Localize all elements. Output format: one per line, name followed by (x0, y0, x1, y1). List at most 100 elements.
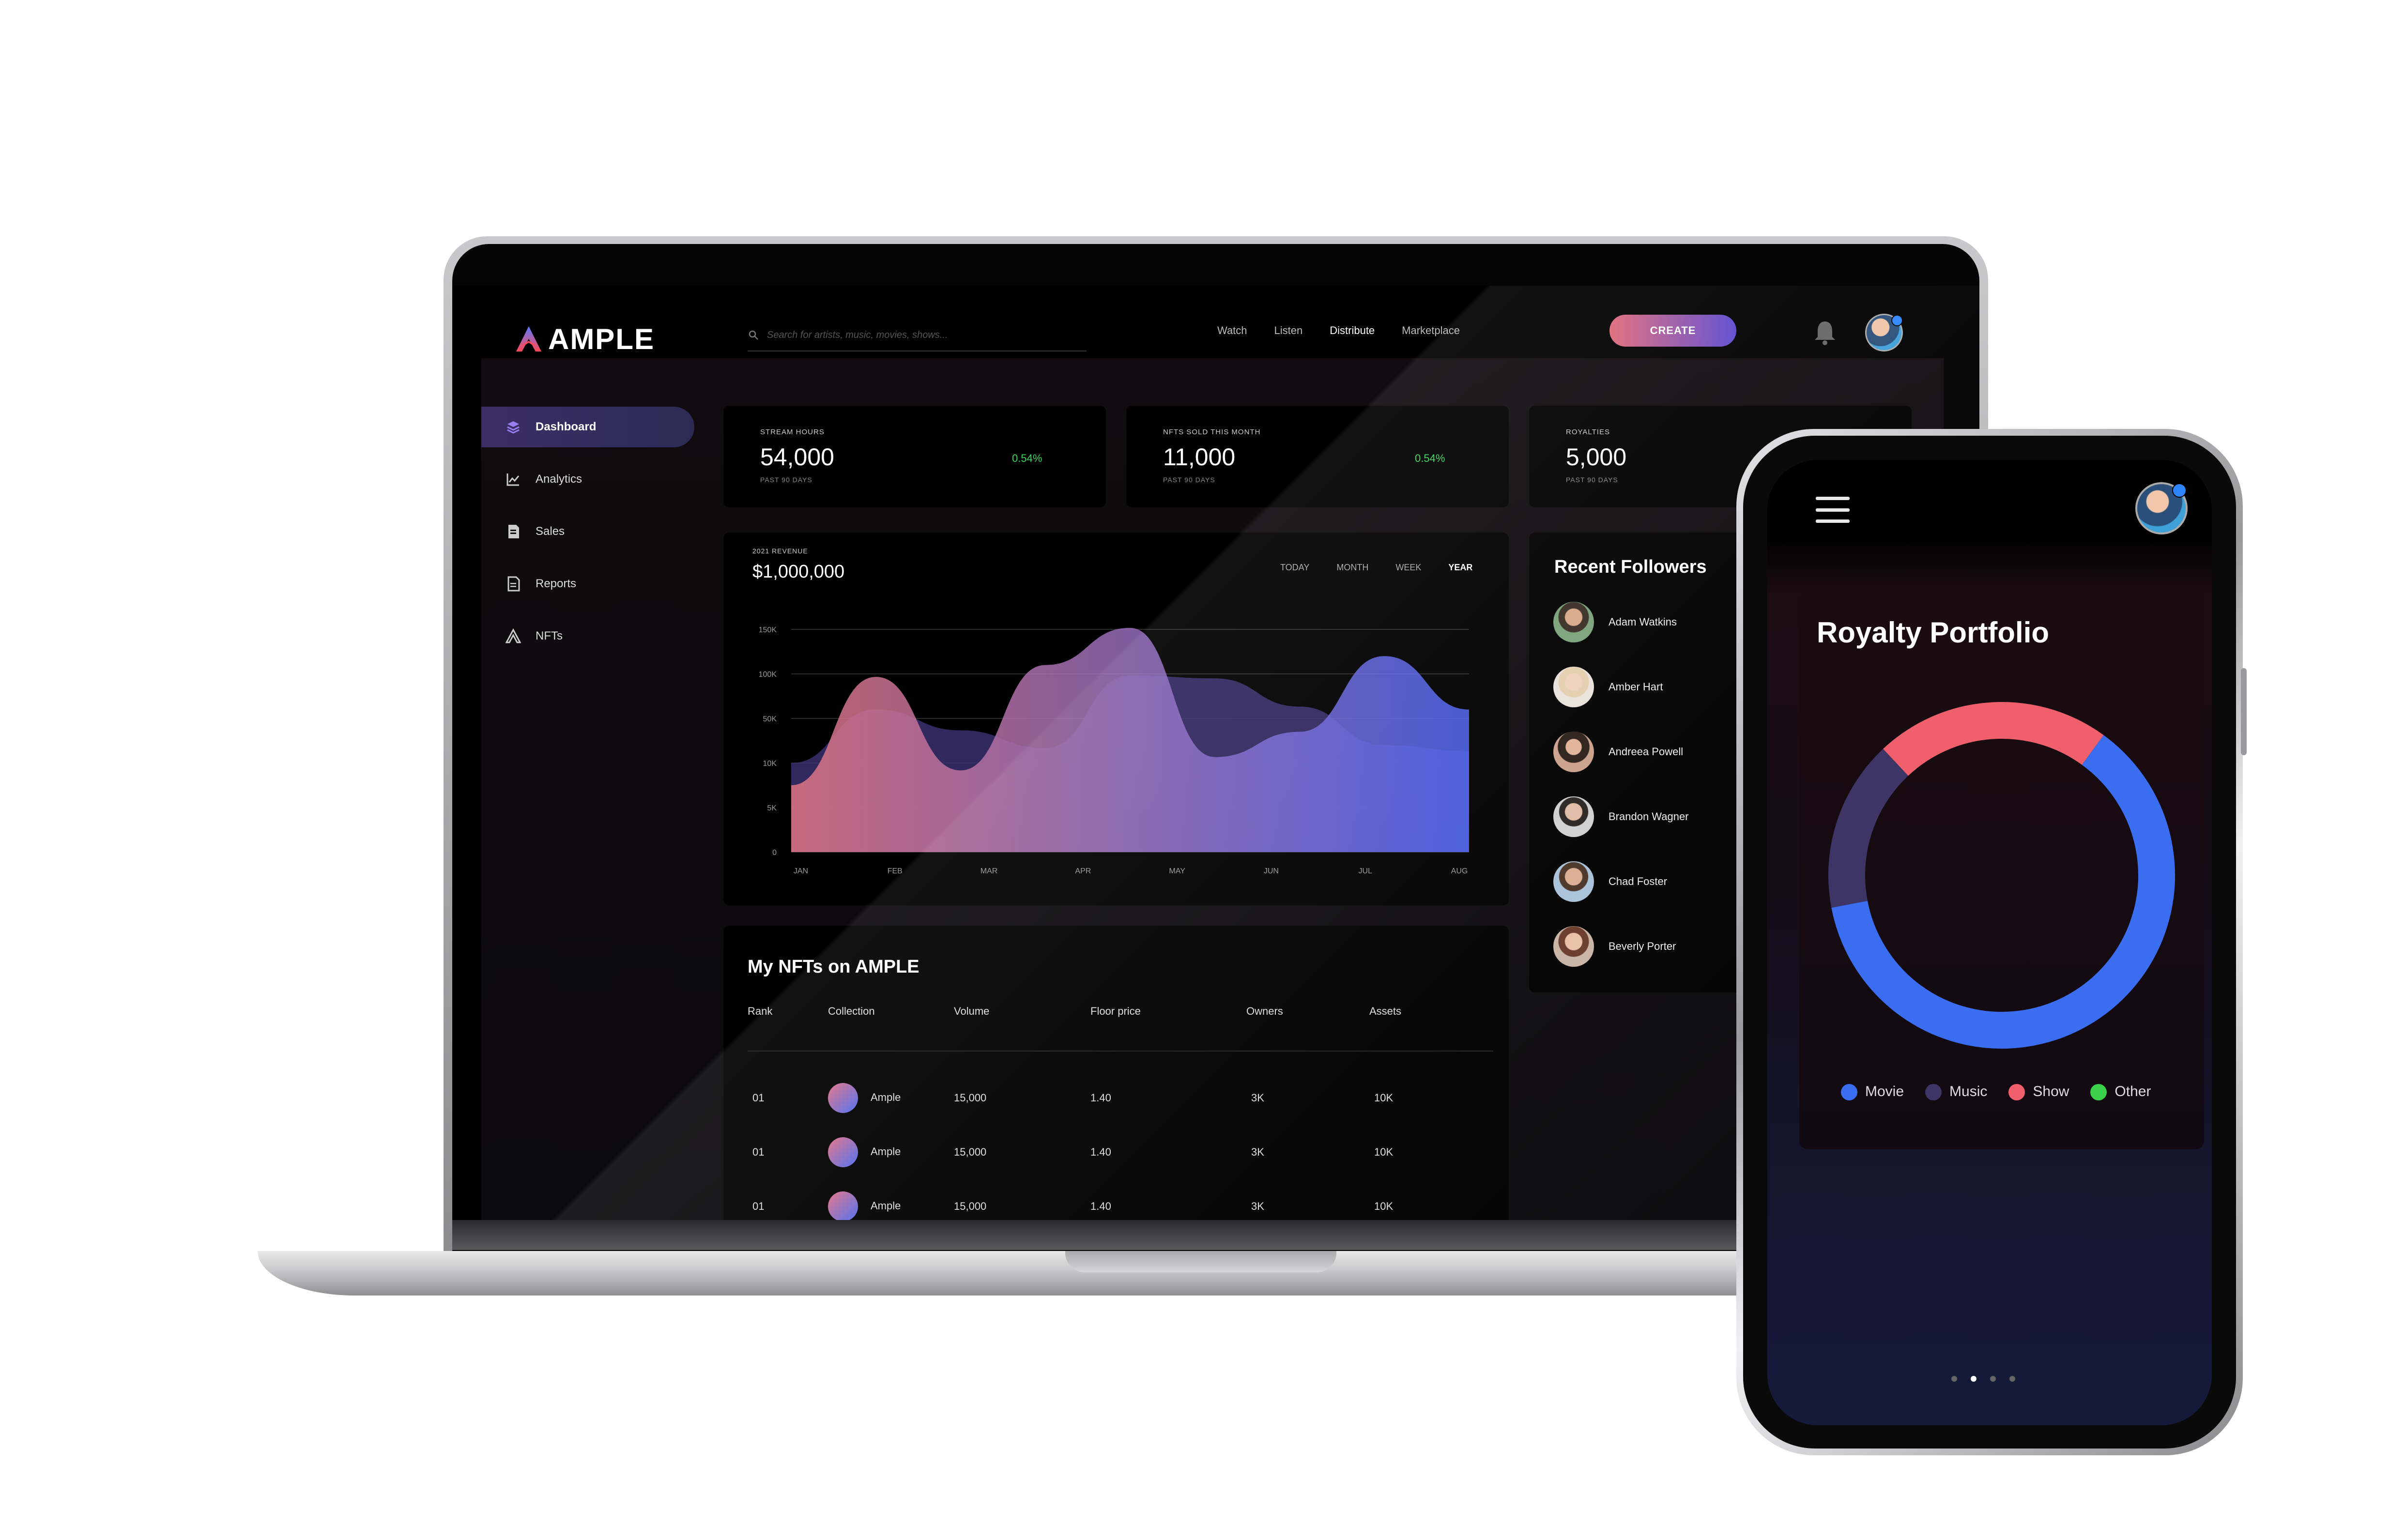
revenue-area-chart: 150K 100K 50K 10K 5K 0 JAN FEB MAR APR MAY JUN JUL AU… (759, 626, 1469, 875)
cell-volume: 15,000 (954, 1092, 987, 1104)
ample-logo-icon (516, 326, 541, 351)
table-row[interactable]: 01 Ample 15,000 1.40 3K 10K (752, 1125, 1447, 1179)
avatar (1553, 602, 1594, 642)
sidebar-item-label: Reports (536, 577, 577, 590)
sidebar-item-label: Analytics (536, 473, 582, 486)
follower-item[interactable]: Andreea Powell (1553, 730, 1689, 774)
cell-volume: 15,000 (954, 1200, 987, 1212)
avatar (1553, 926, 1594, 967)
nav-marketplace[interactable]: Marketplace (1402, 324, 1460, 337)
logo-text: AMPLE (548, 322, 655, 355)
menu-icon[interactable] (1816, 497, 1850, 523)
follower-name: Amber Hart (1609, 681, 1663, 693)
x-tick-label: JUN (1264, 867, 1279, 875)
avatar (1553, 796, 1594, 837)
legend-other: Other (2090, 1083, 2151, 1101)
follower-name: Brandon Wagner (1609, 810, 1689, 823)
stat-label: ROYALTIES (1566, 428, 1610, 436)
royalty-title: Royalty Portfolio (1817, 616, 2050, 649)
area-series-foreground (791, 627, 1469, 852)
nft-table-header: Rank Collection Volume Floor price Owner… (748, 1005, 1442, 1018)
avatar (1553, 861, 1594, 902)
legend-movie: Movie (1841, 1083, 1904, 1101)
cell-volume: 15,000 (954, 1146, 987, 1158)
followers-title: Recent Followers (1554, 557, 1707, 577)
follower-item[interactable]: Adam Watkins (1553, 600, 1689, 644)
col-owners: Owners (1246, 1005, 1283, 1017)
table-row[interactable]: 01 Ample 15,000 1.40 3K 10K (752, 1179, 1447, 1220)
verified-badge-icon (1891, 315, 1903, 326)
legend-show: Show (2008, 1083, 2069, 1101)
follower-item[interactable]: Brandon Wagner (1553, 795, 1689, 839)
stat-card-nfts-sold: NFTS SOLD THIS MONTH 11,000 PAST 90 DAYS… (1126, 406, 1509, 507)
cell-owners: 3K (1251, 1146, 1264, 1158)
search-input[interactable] (766, 329, 1058, 341)
nav-watch[interactable]: Watch (1217, 324, 1247, 337)
y-tick-label: 100K (759, 671, 777, 679)
follower-item[interactable]: Chad Foster (1553, 860, 1689, 903)
x-tick-label: FEB (888, 867, 903, 875)
royalty-portfolio-card: Royalty Portfolio Movie Music Show Other (1799, 593, 2204, 1149)
y-tick-label: 50K (763, 715, 777, 723)
col-assets: Assets (1369, 1005, 1402, 1017)
page-dot[interactable] (2009, 1376, 2015, 1382)
nft-table-body: 01 Ample 15,000 1.40 3K 10K 01 Ample 15,… (752, 1071, 1447, 1220)
y-tick-label: 0 (772, 849, 777, 857)
x-tick-label: APR (1075, 867, 1091, 875)
verified-badge-icon (2172, 483, 2187, 498)
follower-item[interactable]: Amber Hart (1553, 665, 1689, 709)
tab-year[interactable]: YEAR (1448, 563, 1472, 573)
stat-change: 0.54% (1012, 452, 1042, 464)
sidebar-item-label: Sales (536, 525, 565, 538)
bell-icon[interactable] (1813, 320, 1837, 346)
tab-week[interactable]: WEEK (1395, 563, 1421, 573)
sidebar-item-sales[interactable]: Sales (481, 511, 694, 552)
revenue-tabs: TODAY MONTH WEEK YEAR (1280, 563, 1472, 573)
follower-item[interactable]: Beverly Porter (1553, 925, 1689, 968)
sidebar-item-reports[interactable]: Reports (481, 564, 694, 604)
tab-month[interactable]: MONTH (1336, 563, 1368, 573)
x-tick-label: MAR (981, 867, 998, 875)
cell-assets: 10K (1374, 1200, 1394, 1212)
page-dot[interactable] (1990, 1376, 1996, 1382)
sidebar-item-label: NFTs (536, 629, 563, 642)
sidebar-item-label: Dashboard (536, 420, 597, 433)
cell-assets: 10K (1374, 1146, 1394, 1158)
stat-sub: PAST 90 DAYS (1566, 476, 1618, 484)
create-button[interactable]: CREATE (1609, 315, 1736, 347)
y-tick-label: 10K (763, 760, 777, 768)
page-dot[interactable] (1971, 1376, 1976, 1382)
x-tick-label: MAY (1169, 867, 1185, 875)
laptop-notch (1065, 1251, 1336, 1272)
cell-floor-price: 1.40 (1090, 1200, 1111, 1212)
avatar (828, 1083, 858, 1113)
page-dot[interactable] (1951, 1376, 1957, 1382)
stat-value: 5,000 (1566, 443, 1627, 471)
tab-today[interactable]: TODAY (1280, 563, 1309, 573)
col-floor-price: Floor price (1090, 1005, 1141, 1017)
chart-line-icon (506, 473, 520, 486)
search-bar[interactable] (748, 320, 1087, 351)
sidebar-item-nfts[interactable]: NFTs (481, 616, 694, 656)
ample-logo[interactable]: AMPLE (514, 320, 655, 358)
stat-label: NFTS SOLD THIS MONTH (1163, 428, 1261, 436)
stat-card-stream-hours: STREAM HOURS 54,000 PAST 90 DAYS 0.54% (723, 406, 1106, 507)
page-indicator (1951, 1376, 2015, 1382)
sidebar-item-dashboard[interactable]: Dashboard (481, 407, 694, 447)
table-row[interactable]: 01 Ample 15,000 1.40 3K 10K (752, 1071, 1447, 1125)
col-rank: Rank (748, 1005, 773, 1017)
layers-icon (507, 421, 520, 434)
donut-legend: Movie Music Show Other (1841, 1083, 2151, 1101)
top-nav: Watch Listen Distribute Marketplace (1217, 324, 1460, 337)
cell-collection: Ample (828, 1137, 954, 1167)
nav-distribute[interactable]: Distribute (1330, 324, 1375, 337)
col-collection: Collection (828, 1005, 875, 1017)
collection-name: Ample (871, 1091, 901, 1103)
x-tick-label: JUL (1358, 867, 1372, 875)
revenue-value: $1,000,000 (752, 562, 845, 582)
sidebar: Dashboard Analytics Sales Reports NFTs (481, 407, 694, 668)
sidebar-item-analytics[interactable]: Analytics (481, 459, 694, 500)
nav-listen[interactable]: Listen (1274, 324, 1303, 337)
follower-name: Chad Foster (1609, 875, 1668, 887)
ample-logo-icon (506, 628, 521, 643)
